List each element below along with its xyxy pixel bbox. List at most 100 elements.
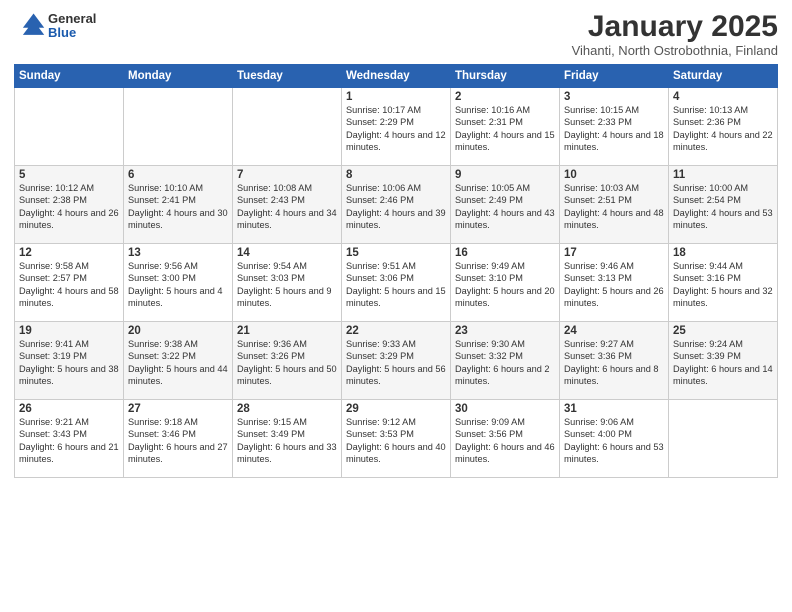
day-info: Sunrise: 9:36 AM Sunset: 3:26 PM Dayligh… xyxy=(237,338,337,388)
table-row: 25Sunrise: 9:24 AM Sunset: 3:39 PM Dayli… xyxy=(669,322,778,400)
day-info: Sunrise: 9:38 AM Sunset: 3:22 PM Dayligh… xyxy=(128,338,228,388)
header-wednesday: Wednesday xyxy=(342,65,451,88)
day-info: Sunrise: 10:13 AM Sunset: 2:36 PM Daylig… xyxy=(673,104,773,154)
table-row: 8Sunrise: 10:06 AM Sunset: 2:46 PM Dayli… xyxy=(342,166,451,244)
weekday-header-row: Sunday Monday Tuesday Wednesday Thursday… xyxy=(15,65,778,88)
day-number: 19 xyxy=(19,325,119,337)
title-block: January 2025 Vihanti, North Ostrobothnia… xyxy=(572,10,778,58)
day-info: Sunrise: 9:06 AM Sunset: 4:00 PM Dayligh… xyxy=(564,416,664,466)
table-row: 19Sunrise: 9:41 AM Sunset: 3:19 PM Dayli… xyxy=(15,322,124,400)
logo-text: General Blue xyxy=(48,12,96,41)
table-row: 18Sunrise: 9:44 AM Sunset: 3:16 PM Dayli… xyxy=(669,244,778,322)
logo-general-text: General xyxy=(48,12,96,26)
day-info: Sunrise: 10:03 AM Sunset: 2:51 PM Daylig… xyxy=(564,182,664,232)
calendar-title: January 2025 xyxy=(572,10,778,43)
day-number: 28 xyxy=(237,403,337,415)
header-thursday: Thursday xyxy=(451,65,560,88)
day-number: 15 xyxy=(346,247,446,259)
day-info: Sunrise: 9:30 AM Sunset: 3:32 PM Dayligh… xyxy=(455,338,555,388)
table-row: 5Sunrise: 10:12 AM Sunset: 2:38 PM Dayli… xyxy=(15,166,124,244)
day-number: 14 xyxy=(237,247,337,259)
day-number: 20 xyxy=(128,325,228,337)
day-number: 1 xyxy=(346,91,446,103)
day-number: 7 xyxy=(237,169,337,181)
day-info: Sunrise: 10:16 AM Sunset: 2:31 PM Daylig… xyxy=(455,104,555,154)
day-number: 9 xyxy=(455,169,555,181)
table-row: 9Sunrise: 10:05 AM Sunset: 2:49 PM Dayli… xyxy=(451,166,560,244)
day-info: Sunrise: 10:17 AM Sunset: 2:29 PM Daylig… xyxy=(346,104,446,154)
day-info: Sunrise: 9:49 AM Sunset: 3:10 PM Dayligh… xyxy=(455,260,555,310)
day-info: Sunrise: 10:06 AM Sunset: 2:46 PM Daylig… xyxy=(346,182,446,232)
table-row xyxy=(15,88,124,166)
calendar-subtitle: Vihanti, North Ostrobothnia, Finland xyxy=(572,43,778,58)
day-info: Sunrise: 10:08 AM Sunset: 2:43 PM Daylig… xyxy=(237,182,337,232)
header-friday: Friday xyxy=(560,65,669,88)
day-info: Sunrise: 9:18 AM Sunset: 3:46 PM Dayligh… xyxy=(128,416,228,466)
table-row: 4Sunrise: 10:13 AM Sunset: 2:36 PM Dayli… xyxy=(669,88,778,166)
calendar-week-row: 1Sunrise: 10:17 AM Sunset: 2:29 PM Dayli… xyxy=(15,88,778,166)
page: General Blue January 2025 Vihanti, North… xyxy=(0,0,792,612)
day-number: 17 xyxy=(564,247,664,259)
day-info: Sunrise: 9:41 AM Sunset: 3:19 PM Dayligh… xyxy=(19,338,119,388)
day-info: Sunrise: 10:12 AM Sunset: 2:38 PM Daylig… xyxy=(19,182,119,232)
day-info: Sunrise: 9:56 AM Sunset: 3:00 PM Dayligh… xyxy=(128,260,228,310)
day-info: Sunrise: 9:46 AM Sunset: 3:13 PM Dayligh… xyxy=(564,260,664,310)
day-number: 31 xyxy=(564,403,664,415)
day-number: 21 xyxy=(237,325,337,337)
day-number: 16 xyxy=(455,247,555,259)
calendar-week-row: 19Sunrise: 9:41 AM Sunset: 3:19 PM Dayli… xyxy=(15,322,778,400)
table-row: 7Sunrise: 10:08 AM Sunset: 2:43 PM Dayli… xyxy=(233,166,342,244)
table-row: 13Sunrise: 9:56 AM Sunset: 3:00 PM Dayli… xyxy=(124,244,233,322)
day-number: 30 xyxy=(455,403,555,415)
table-row: 24Sunrise: 9:27 AM Sunset: 3:36 PM Dayli… xyxy=(560,322,669,400)
table-row: 26Sunrise: 9:21 AM Sunset: 3:43 PM Dayli… xyxy=(15,400,124,478)
table-row: 30Sunrise: 9:09 AM Sunset: 3:56 PM Dayli… xyxy=(451,400,560,478)
day-info: Sunrise: 9:21 AM Sunset: 3:43 PM Dayligh… xyxy=(19,416,119,466)
day-info: Sunrise: 10:15 AM Sunset: 2:33 PM Daylig… xyxy=(564,104,664,154)
day-number: 3 xyxy=(564,91,664,103)
day-info: Sunrise: 9:27 AM Sunset: 3:36 PM Dayligh… xyxy=(564,338,664,388)
table-row: 16Sunrise: 9:49 AM Sunset: 3:10 PM Dayli… xyxy=(451,244,560,322)
day-info: Sunrise: 9:51 AM Sunset: 3:06 PM Dayligh… xyxy=(346,260,446,310)
table-row: 23Sunrise: 9:30 AM Sunset: 3:32 PM Dayli… xyxy=(451,322,560,400)
table-row: 11Sunrise: 10:00 AM Sunset: 2:54 PM Dayl… xyxy=(669,166,778,244)
day-number: 11 xyxy=(673,169,773,181)
day-info: Sunrise: 9:09 AM Sunset: 3:56 PM Dayligh… xyxy=(455,416,555,466)
table-row: 27Sunrise: 9:18 AM Sunset: 3:46 PM Dayli… xyxy=(124,400,233,478)
logo-blue-text: Blue xyxy=(48,26,96,40)
day-number: 26 xyxy=(19,403,119,415)
table-row: 22Sunrise: 9:33 AM Sunset: 3:29 PM Dayli… xyxy=(342,322,451,400)
calendar-table: Sunday Monday Tuesday Wednesday Thursday… xyxy=(14,64,778,478)
day-info: Sunrise: 9:24 AM Sunset: 3:39 PM Dayligh… xyxy=(673,338,773,388)
calendar-week-row: 26Sunrise: 9:21 AM Sunset: 3:43 PM Dayli… xyxy=(15,400,778,478)
day-number: 18 xyxy=(673,247,773,259)
day-info: Sunrise: 10:10 AM Sunset: 2:41 PM Daylig… xyxy=(128,182,228,232)
header-saturday: Saturday xyxy=(669,65,778,88)
day-number: 24 xyxy=(564,325,664,337)
day-number: 13 xyxy=(128,247,228,259)
logo: General Blue xyxy=(14,10,96,42)
header-tuesday: Tuesday xyxy=(233,65,342,88)
day-info: Sunrise: 10:00 AM Sunset: 2:54 PM Daylig… xyxy=(673,182,773,232)
table-row: 15Sunrise: 9:51 AM Sunset: 3:06 PM Dayli… xyxy=(342,244,451,322)
table-row: 17Sunrise: 9:46 AM Sunset: 3:13 PM Dayli… xyxy=(560,244,669,322)
day-number: 6 xyxy=(128,169,228,181)
table-row: 31Sunrise: 9:06 AM Sunset: 4:00 PM Dayli… xyxy=(560,400,669,478)
table-row: 3Sunrise: 10:15 AM Sunset: 2:33 PM Dayli… xyxy=(560,88,669,166)
header: General Blue January 2025 Vihanti, North… xyxy=(14,10,778,58)
day-number: 27 xyxy=(128,403,228,415)
table-row xyxy=(669,400,778,478)
day-info: Sunrise: 9:12 AM Sunset: 3:53 PM Dayligh… xyxy=(346,416,446,466)
table-row xyxy=(124,88,233,166)
table-row: 6Sunrise: 10:10 AM Sunset: 2:41 PM Dayli… xyxy=(124,166,233,244)
calendar-week-row: 5Sunrise: 10:12 AM Sunset: 2:38 PM Dayli… xyxy=(15,166,778,244)
table-row: 29Sunrise: 9:12 AM Sunset: 3:53 PM Dayli… xyxy=(342,400,451,478)
table-row: 14Sunrise: 9:54 AM Sunset: 3:03 PM Dayli… xyxy=(233,244,342,322)
logo-icon xyxy=(14,10,46,42)
day-info: Sunrise: 9:15 AM Sunset: 3:49 PM Dayligh… xyxy=(237,416,337,466)
day-info: Sunrise: 9:54 AM Sunset: 3:03 PM Dayligh… xyxy=(237,260,337,310)
day-number: 2 xyxy=(455,91,555,103)
table-row: 21Sunrise: 9:36 AM Sunset: 3:26 PM Dayli… xyxy=(233,322,342,400)
header-monday: Monday xyxy=(124,65,233,88)
day-number: 29 xyxy=(346,403,446,415)
